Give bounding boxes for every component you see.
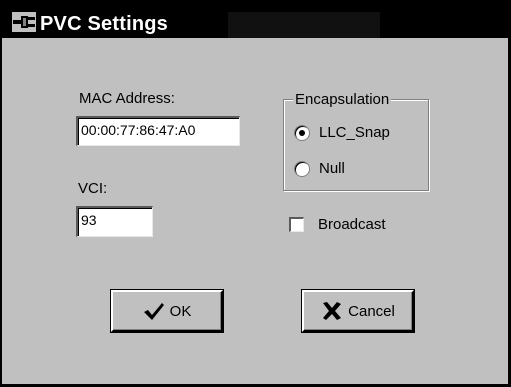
radio-llc-snap-label: LLC_Snap bbox=[319, 124, 390, 141]
mac-address-label: MAC Address: bbox=[79, 90, 175, 107]
pvc-settings-dialog: PVC Settings MAC Address: 00:00:77:86:47… bbox=[0, 0, 511, 387]
broadcast-checkbox-row[interactable]: Broadcast bbox=[289, 216, 386, 233]
broadcast-label: Broadcast bbox=[318, 216, 386, 233]
title-bar[interactable]: PVC Settings bbox=[2, 0, 508, 38]
cancel-button[interactable]: Cancel bbox=[301, 289, 415, 333]
connector-icon bbox=[12, 12, 36, 32]
radio-null-label: Null bbox=[319, 160, 345, 177]
title-bar-shade bbox=[228, 12, 380, 38]
window-title: PVC Settings bbox=[40, 13, 168, 35]
mac-address-field[interactable]: 00:00:77:86:47:A0 bbox=[76, 116, 240, 146]
encapsulation-group bbox=[283, 99, 429, 191]
checkmark-icon bbox=[143, 303, 164, 320]
cross-icon bbox=[323, 302, 342, 320]
ok-button-label: OK bbox=[169, 302, 192, 320]
vci-field[interactable]: 93 bbox=[76, 206, 153, 237]
radio-selected-dot bbox=[299, 129, 305, 136]
vci-label: VCI: bbox=[78, 180, 108, 197]
radio-null[interactable]: Null bbox=[294, 160, 345, 177]
broadcast-checkbox[interactable] bbox=[289, 217, 304, 232]
encapsulation-legend: Encapsulation bbox=[293, 91, 392, 108]
ok-button[interactable]: OK bbox=[110, 289, 224, 333]
cancel-button-label: Cancel bbox=[348, 302, 395, 320]
radio-llc-snap[interactable]: LLC_Snap bbox=[294, 124, 390, 141]
radio-button[interactable] bbox=[294, 160, 310, 177]
radio-button-selected[interactable] bbox=[294, 124, 310, 141]
